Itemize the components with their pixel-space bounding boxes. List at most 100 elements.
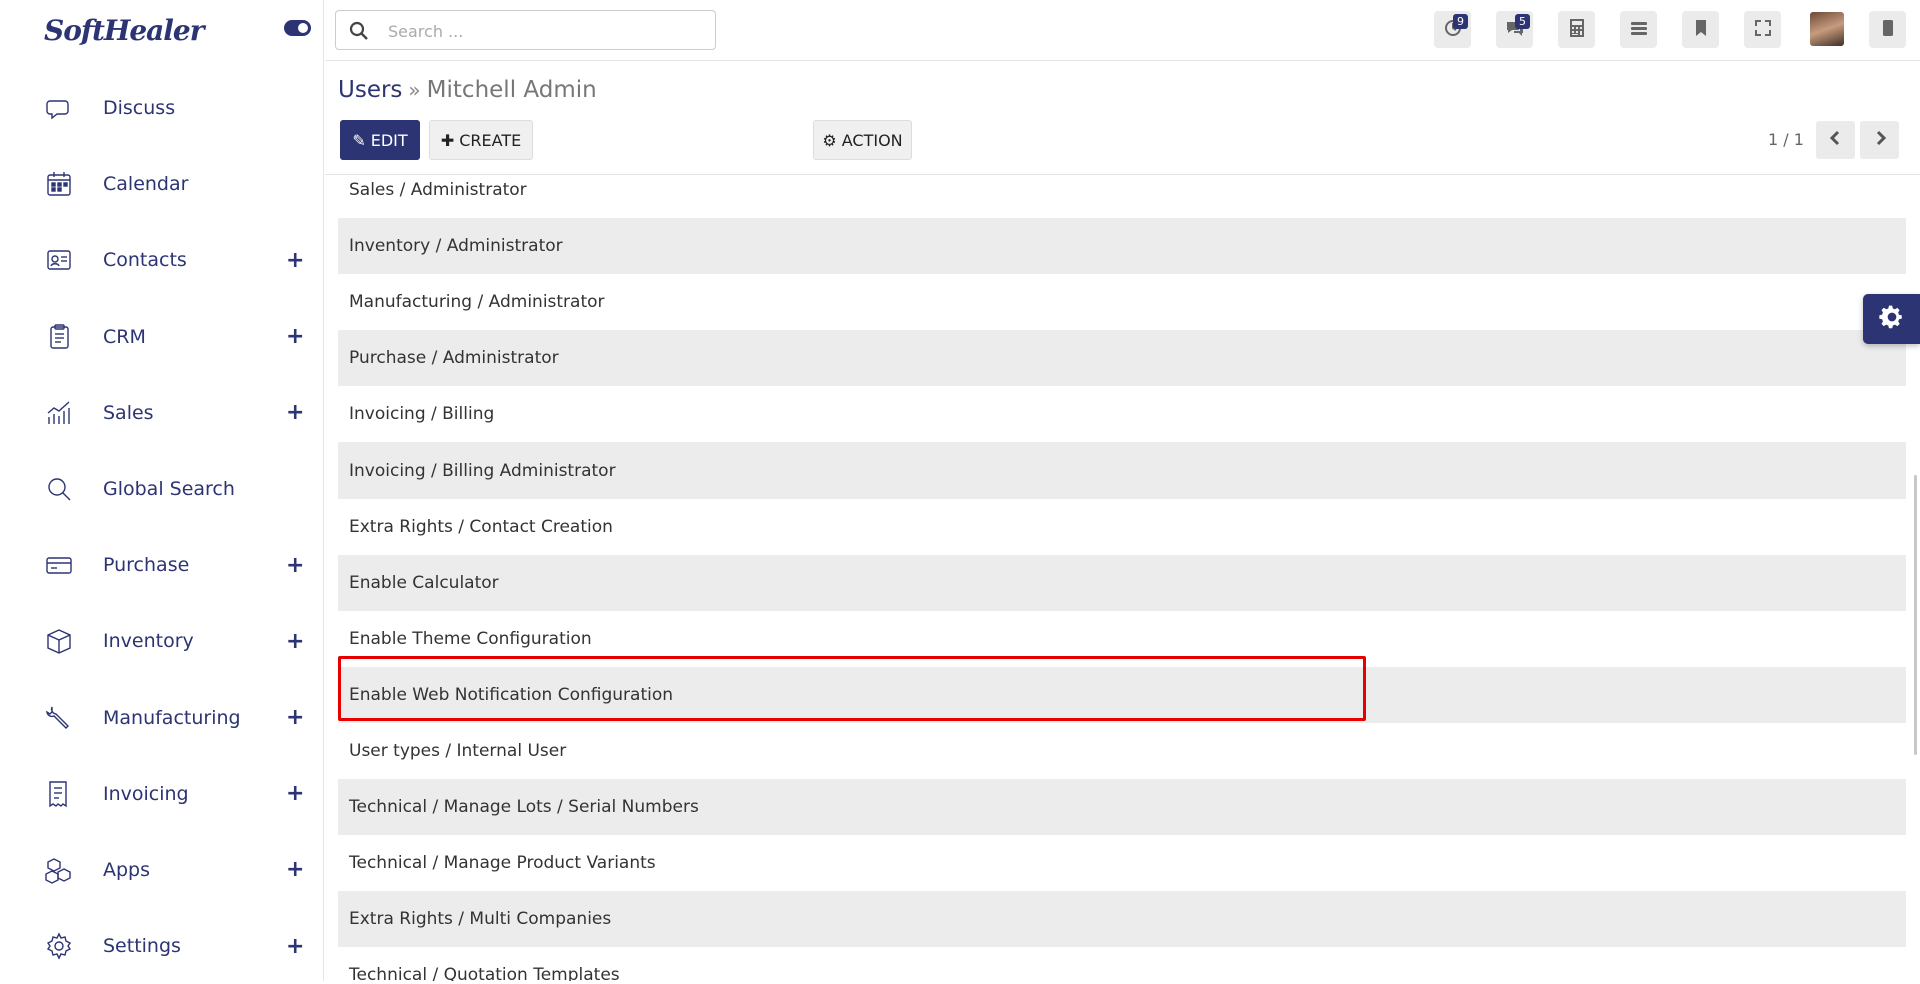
sidebar-item-contacts[interactable]: Contacts + bbox=[0, 222, 324, 298]
list-item[interactable]: Enable Calculator bbox=[338, 554, 1906, 611]
breadcrumb: Users» Mitchell Admin bbox=[338, 77, 597, 103]
edit-button[interactable]: ✎ EDIT bbox=[340, 120, 420, 160]
list-item[interactable]: Sales / Administrator bbox=[338, 162, 1906, 218]
list-item[interactable]: User types / Internal User bbox=[338, 723, 1906, 779]
expand-plus-icon[interactable]: + bbox=[286, 248, 304, 273]
calculator-button[interactable] bbox=[1558, 11, 1595, 48]
list-item[interactable]: Extra Rights / Multi Companies bbox=[338, 891, 1906, 948]
search-icon bbox=[348, 20, 370, 42]
magnifier-icon bbox=[44, 474, 74, 504]
sidebar-item-label: Invoicing bbox=[103, 782, 189, 805]
sidebar-item-settings[interactable]: Settings + bbox=[0, 908, 324, 984]
list-item[interactable]: Invoicing / Billing bbox=[338, 386, 1906, 442]
list-item[interactable]: Invoicing / Billing Administrator bbox=[338, 442, 1906, 499]
list-item[interactable]: Enable Theme Configuration bbox=[338, 611, 1906, 667]
calculator-icon bbox=[1567, 18, 1587, 42]
sidebar-item-label: Purchase bbox=[103, 554, 190, 577]
credit-card-icon bbox=[44, 550, 74, 580]
chevron-right-icon bbox=[1872, 130, 1888, 150]
layout-menu-button[interactable] bbox=[1620, 11, 1657, 48]
gear-icon: ⚙ bbox=[822, 130, 837, 150]
expand-plus-icon[interactable]: + bbox=[286, 400, 304, 425]
sidebar-item-label: Calendar bbox=[103, 173, 189, 196]
sidebar-item-label: Sales bbox=[103, 401, 154, 424]
sales-chart-icon bbox=[44, 398, 74, 428]
sidebar-item-manufacturing[interactable]: Manufacturing + bbox=[0, 680, 324, 756]
pager-next-button[interactable] bbox=[1860, 121, 1899, 159]
sidebar-toggle[interactable] bbox=[284, 20, 311, 36]
expand-plus-icon[interactable]: + bbox=[286, 934, 304, 959]
search-box[interactable] bbox=[335, 10, 716, 50]
messages-button[interactable]: 5 bbox=[1496, 11, 1533, 48]
expand-plus-icon[interactable]: + bbox=[286, 324, 304, 349]
sidebar-item-invoicing[interactable]: Invoicing + bbox=[0, 756, 324, 832]
sidebar-item-label: Global Search bbox=[103, 478, 235, 501]
create-button[interactable]: ✚ CREATE bbox=[429, 120, 533, 160]
create-button-label: CREATE bbox=[459, 130, 522, 150]
sidebar-item-crm[interactable]: CRM + bbox=[0, 299, 324, 375]
cubes-icon bbox=[44, 855, 74, 885]
expand-plus-icon[interactable]: + bbox=[286, 705, 304, 730]
list-item[interactable]: Purchase / Administrator bbox=[338, 330, 1906, 387]
user-avatar[interactable] bbox=[1810, 12, 1844, 46]
sidebar-menu: Discuss Calendar Contacts + CRM + Sales … bbox=[0, 70, 324, 984]
sidebar-item-label: Discuss bbox=[103, 97, 176, 120]
app-switch-button[interactable] bbox=[1869, 11, 1906, 48]
sidebar-item-label: Settings bbox=[103, 935, 181, 958]
fullscreen-button[interactable] bbox=[1744, 11, 1781, 48]
list-item[interactable]: Extra Rights / Contact Creation bbox=[338, 499, 1906, 555]
action-button[interactable]: ⚙ ACTION bbox=[813, 120, 912, 160]
clipboard-icon bbox=[44, 322, 74, 352]
sidebar-item-label: Contacts bbox=[103, 249, 187, 272]
breadcrumb-current: Mitchell Admin bbox=[426, 77, 597, 103]
sidebar-item-purchase[interactable]: Purchase + bbox=[0, 527, 324, 603]
expand-plus-icon[interactable]: + bbox=[286, 629, 304, 654]
bookmark-icon bbox=[1691, 18, 1711, 42]
sidebar-item-label: Inventory bbox=[103, 630, 194, 653]
pager-value[interactable]: 1 / 1 bbox=[1768, 130, 1804, 149]
access-rights-list: Sales / Administrator Inventory / Admini… bbox=[338, 162, 1906, 981]
list-item[interactable]: Technical / Quotation Templates bbox=[338, 947, 1906, 981]
gear-icon bbox=[1878, 304, 1905, 334]
expand-icon bbox=[1753, 18, 1773, 42]
chevron-left-icon bbox=[1828, 130, 1844, 150]
bookmark-button[interactable] bbox=[1682, 11, 1719, 48]
search-input[interactable] bbox=[388, 19, 708, 43]
list-item[interactable]: Manufacturing / Administrator bbox=[338, 274, 1906, 330]
sidebar-item-sales[interactable]: Sales + bbox=[0, 375, 324, 451]
contact-card-icon bbox=[44, 245, 74, 275]
breadcrumb-users-link[interactable]: Users bbox=[338, 77, 402, 103]
sidebar-item-discuss[interactable]: Discuss bbox=[0, 70, 324, 146]
mobile-icon bbox=[1878, 18, 1898, 42]
sidebar-item-label: Manufacturing bbox=[103, 706, 241, 729]
list-item-highlighted[interactable]: Enable Web Notification Configuration bbox=[338, 666, 1906, 723]
calendar-icon bbox=[44, 169, 74, 199]
expand-plus-icon[interactable]: + bbox=[286, 781, 304, 806]
list-item[interactable]: Technical / Manage Product Variants bbox=[338, 835, 1906, 891]
sidebar-item-label: Apps bbox=[103, 858, 151, 881]
pencil-icon: ✎ bbox=[352, 130, 366, 150]
activity-button[interactable]: 9 bbox=[1434, 11, 1471, 48]
sidebar: SoftHealer Discuss Calendar Contacts + C… bbox=[0, 0, 324, 981]
sidebar-item-inventory[interactable]: Inventory + bbox=[0, 603, 324, 679]
pager-previous-button[interactable] bbox=[1816, 121, 1855, 159]
topbar: 9 5 bbox=[325, 0, 1920, 61]
breadcrumb-separator: » bbox=[408, 78, 421, 102]
list-item[interactable]: Inventory / Administrator bbox=[338, 218, 1906, 275]
sidebar-item-calendar[interactable]: Calendar bbox=[0, 146, 324, 222]
expand-plus-icon[interactable]: + bbox=[286, 553, 304, 578]
edit-button-label: EDIT bbox=[370, 130, 408, 150]
sidebar-item-label: CRM bbox=[103, 325, 146, 348]
expand-plus-icon[interactable]: + bbox=[286, 857, 304, 882]
action-button-label: ACTION bbox=[841, 130, 903, 150]
box-icon bbox=[44, 626, 74, 656]
sidebar-item-apps[interactable]: Apps + bbox=[0, 832, 324, 908]
activity-count-badge: 9 bbox=[1453, 14, 1468, 29]
scrollbar-thumb[interactable] bbox=[1914, 475, 1917, 755]
theme-settings-button[interactable] bbox=[1863, 294, 1920, 344]
sidebar-item-global-search[interactable]: Global Search bbox=[0, 451, 324, 527]
gear-icon bbox=[44, 931, 74, 961]
list-item[interactable]: Technical / Manage Lots / Serial Numbers bbox=[338, 779, 1906, 836]
chat-bubble-icon bbox=[44, 93, 74, 123]
app-logo[interactable]: SoftHealer bbox=[44, 14, 204, 47]
